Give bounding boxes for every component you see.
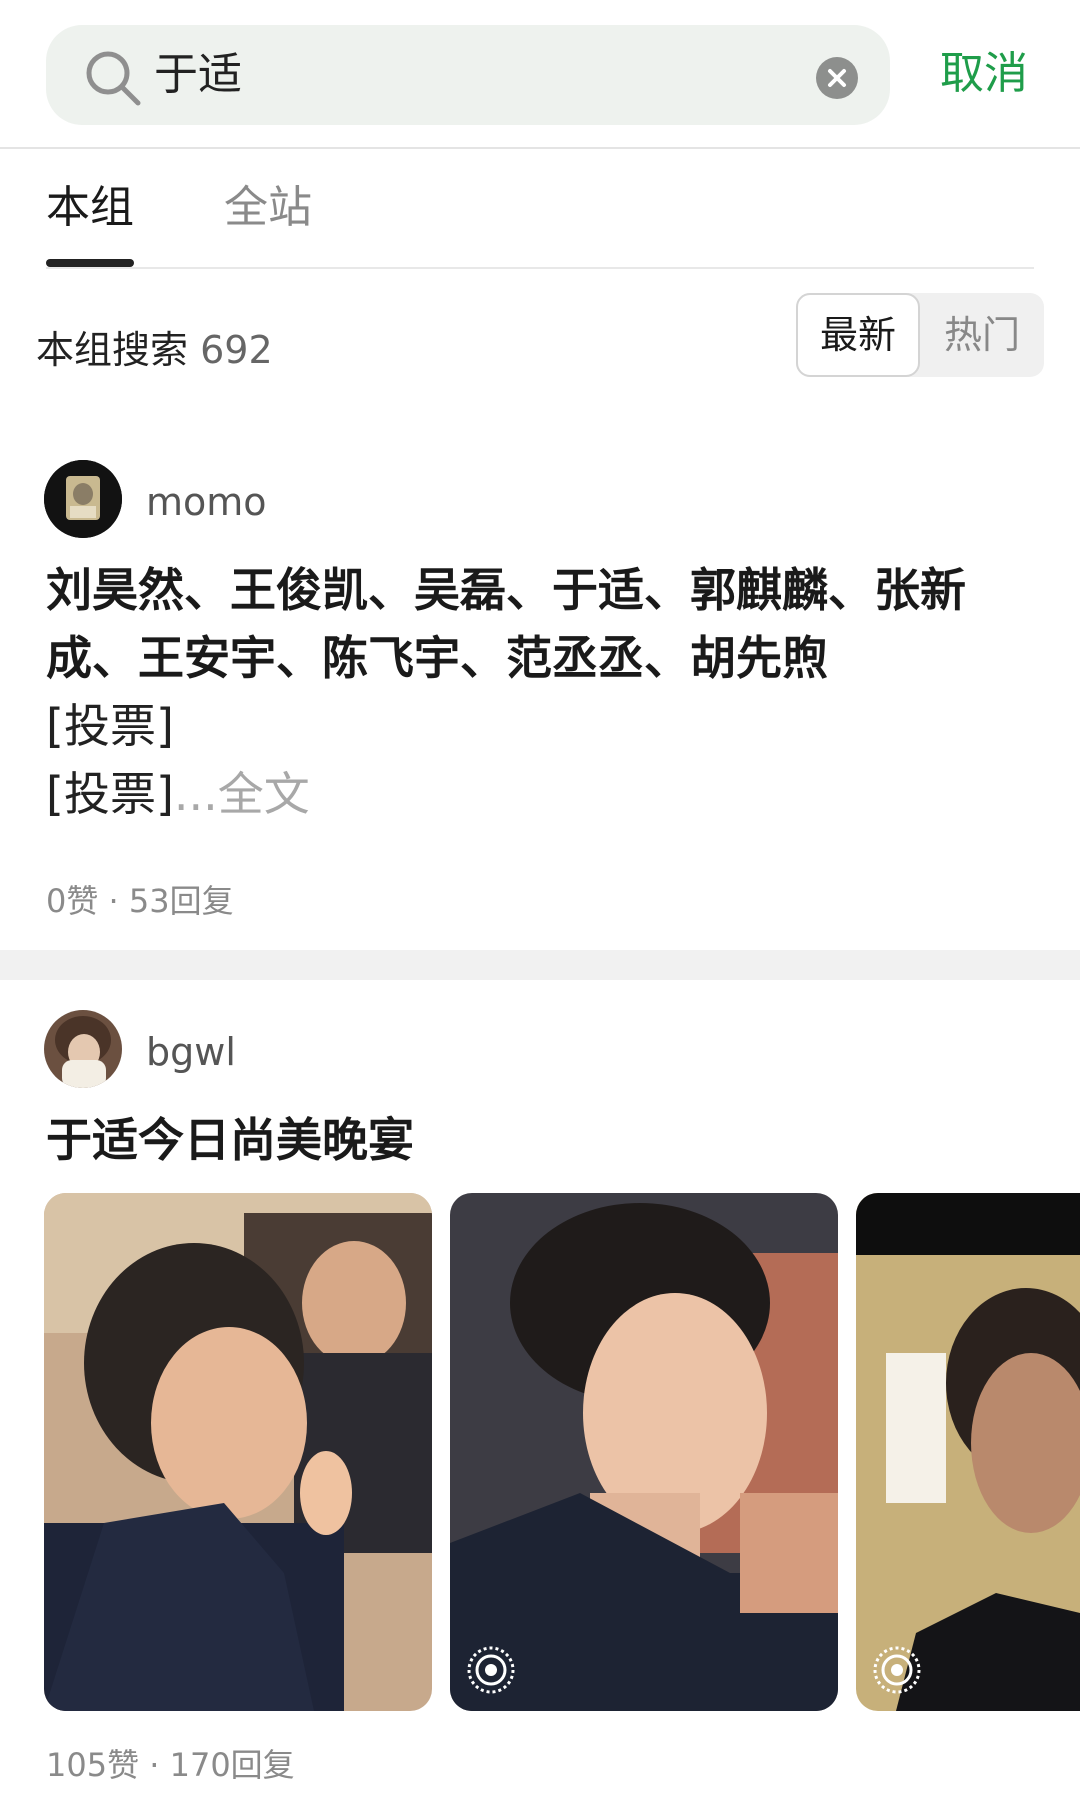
avatar[interactable] <box>44 460 122 538</box>
tab-site[interactable]: 全站 <box>224 178 312 238</box>
header-divider <box>0 147 1080 149</box>
read-more-link[interactable]: ...全文 <box>174 767 310 821</box>
post-title[interactable]: 于适今日尚美晚宴 <box>46 1106 1036 1174</box>
tab-group[interactable]: 本组 <box>46 178 134 238</box>
post-separator <box>0 950 1080 980</box>
post-username[interactable]: bgwl <box>146 1026 236 1078</box>
result-count-label: 本组搜索 <box>36 328 189 372</box>
search-input[interactable]: 于适 <box>154 47 242 103</box>
active-tab-indicator <box>46 259 134 267</box>
clear-search-button[interactable] <box>816 57 858 99</box>
post-body-text: [投票] <box>46 767 174 821</box>
post-stats: 0赞 · 53回复 <box>46 882 234 920</box>
avatar[interactable] <box>44 1010 122 1088</box>
post-photo[interactable] <box>856 1193 1080 1711</box>
sort-newest-button[interactable]: 最新 <box>796 293 920 377</box>
cancel-button[interactable]: 取消 <box>940 44 1028 104</box>
search-bar[interactable]: 于适 <box>46 25 890 125</box>
post-title-line[interactable]: 刘昊然、王俊凯、吴磊、于适、郭麒麟、张新 <box>46 556 1036 624</box>
close-icon <box>828 69 846 87</box>
live-photo-icon <box>873 1646 921 1694</box>
post-body-line: [投票]...全文 <box>46 760 310 828</box>
post-photo[interactable] <box>44 1193 432 1711</box>
result-count: 本组搜索 692 <box>36 322 273 378</box>
post-photo[interactable] <box>450 1193 838 1711</box>
sort-hot-button[interactable]: 热门 <box>920 293 1044 377</box>
result-count-number: 692 <box>200 328 273 372</box>
search-icon <box>86 51 141 106</box>
post-title-line[interactable]: 成、王安宇、陈飞宇、范丞丞、胡先煦 <box>46 624 1036 692</box>
post-body-line: [投票] <box>46 699 174 753</box>
tab-divider <box>46 267 1034 269</box>
live-photo-icon <box>467 1646 515 1694</box>
post-stats: 105赞 · 170回复 <box>46 1746 295 1784</box>
post-username[interactable]: momo <box>146 476 267 528</box>
sort-toggle: 最新 热门 <box>796 293 1044 377</box>
